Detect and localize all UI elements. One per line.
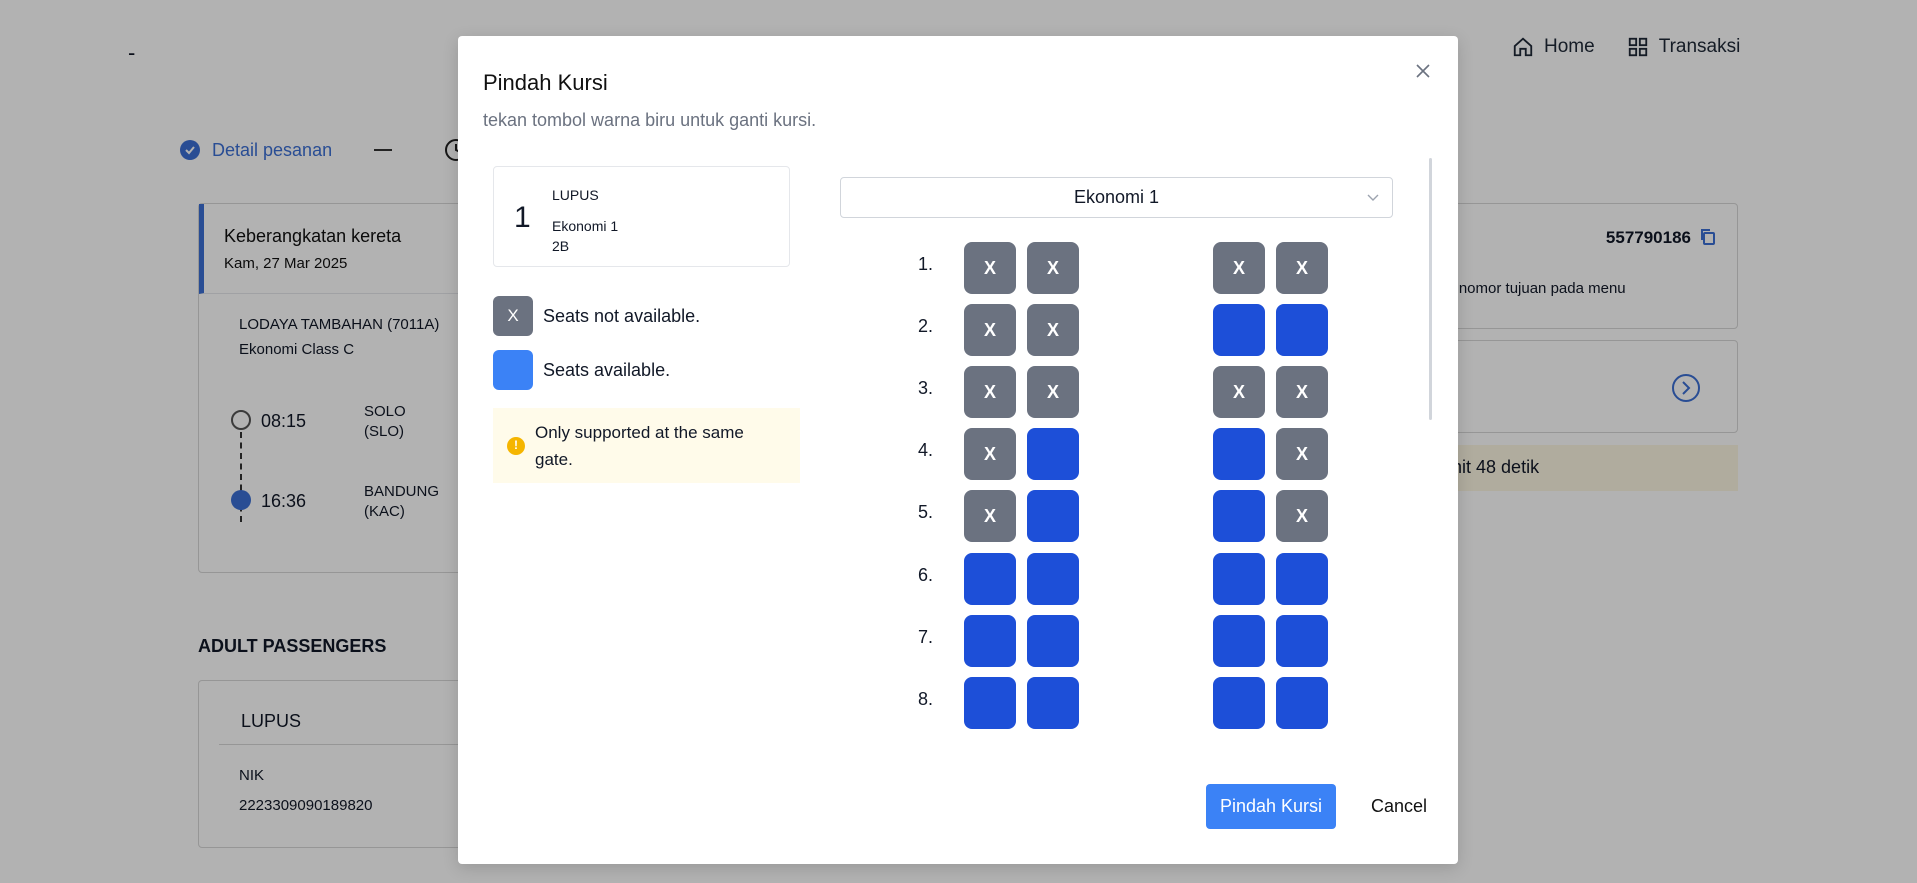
passenger-name: LUPUS bbox=[552, 187, 599, 203]
seat-unavailable: X bbox=[964, 490, 1016, 542]
seat-unavailable: X bbox=[964, 304, 1016, 356]
seat-unavailable: X bbox=[1276, 490, 1328, 542]
seat-row: 6. bbox=[840, 553, 1393, 605]
seat-unavailable: X bbox=[964, 366, 1016, 418]
passenger-car: Ekonomi 1 bbox=[552, 218, 619, 234]
seat-unavailable: X bbox=[1276, 242, 1328, 294]
scrollbar[interactable] bbox=[1429, 158, 1432, 420]
gate-notice: ! Only supported at the same gate. bbox=[493, 408, 800, 483]
seat-available[interactable] bbox=[1213, 553, 1265, 605]
seat-available[interactable] bbox=[1027, 490, 1079, 542]
car-select-value: Ekonomi 1 bbox=[1073, 187, 1160, 207]
seat-unavailable: X bbox=[1027, 304, 1079, 356]
modal-title: Pindah Kursi bbox=[483, 70, 608, 95]
seat-available[interactable] bbox=[1276, 615, 1328, 667]
seat-available[interactable] bbox=[1027, 553, 1079, 605]
seat-available[interactable] bbox=[1276, 553, 1328, 605]
seat-row-label: 4. bbox=[918, 440, 934, 460]
seat-row-label: 3. bbox=[918, 378, 934, 398]
selected-passenger-card[interactable]: 1 LUPUS Ekonomi 1 2B bbox=[493, 166, 790, 267]
seat-unavailable: X bbox=[1276, 428, 1328, 480]
seat-unavailable: X bbox=[1276, 366, 1328, 418]
seat-row-label: 7. bbox=[918, 627, 934, 647]
seat-available[interactable] bbox=[1213, 304, 1265, 356]
seat-available[interactable] bbox=[964, 615, 1016, 667]
notice-line-1: Only supported at the same bbox=[535, 422, 744, 442]
chevron-down-icon bbox=[1367, 194, 1379, 201]
seat-unavailable: X bbox=[1213, 242, 1265, 294]
seat-unavailable: X bbox=[1027, 366, 1079, 418]
seat-available[interactable] bbox=[964, 677, 1016, 729]
seat-available[interactable] bbox=[1027, 428, 1079, 480]
seat-row-label: 8. bbox=[918, 689, 934, 709]
change-seat-button[interactable]: Pindah Kursi bbox=[1206, 784, 1336, 829]
passenger-seat: 2B bbox=[552, 238, 570, 254]
seat-row: 5. X X bbox=[840, 490, 1393, 542]
seat-row: 7. bbox=[840, 615, 1393, 667]
seat-row: 1. X X X X bbox=[840, 242, 1393, 294]
seat-row-label: 2. bbox=[918, 316, 934, 336]
change-seat-modal: Pindah Kursi tekan tombol warna biru unt… bbox=[458, 36, 1458, 864]
seat-available[interactable] bbox=[1213, 490, 1265, 542]
legend-available-label: Seats available. bbox=[543, 359, 671, 380]
seat-available[interactable] bbox=[1027, 677, 1079, 729]
notice-text: Only supported at the same gate. bbox=[535, 419, 744, 473]
seat-row: 4. X X bbox=[840, 428, 1393, 480]
seat-available[interactable] bbox=[1027, 615, 1079, 667]
seat-available[interactable] bbox=[1276, 677, 1328, 729]
seat-row-label: 5. bbox=[918, 502, 934, 522]
seat-row-label: 6. bbox=[918, 565, 934, 585]
legend-available: Seats available. bbox=[493, 350, 670, 390]
car-select[interactable]: Ekonomi 1 bbox=[840, 177, 1393, 218]
available-seat-swatch bbox=[493, 350, 533, 390]
seat-row: 8. bbox=[840, 677, 1393, 729]
seat-available[interactable] bbox=[1213, 677, 1265, 729]
seat-row-label: 1. bbox=[918, 254, 934, 274]
seat-row: 3. X X X X bbox=[840, 366, 1393, 418]
legend-unavailable-label: Seats not available. bbox=[543, 305, 701, 326]
legend-unavailable: X Seats not available. bbox=[493, 296, 700, 336]
seat-row: 2. X X bbox=[840, 304, 1393, 356]
cancel-button[interactable]: Cancel bbox=[1364, 784, 1434, 829]
seat-unavailable: X bbox=[1027, 242, 1079, 294]
seat-unavailable: X bbox=[1213, 366, 1265, 418]
seat-available[interactable] bbox=[964, 553, 1016, 605]
seat-available[interactable] bbox=[1213, 615, 1265, 667]
seat-map[interactable]: 1. X X X X 2. X X 3. X X X X 4. X X 5. X X 6. 7. 8. bbox=[840, 242, 1393, 779]
close-button[interactable] bbox=[1410, 58, 1436, 84]
seat-unavailable: X bbox=[964, 428, 1016, 480]
close-icon bbox=[1416, 64, 1430, 78]
passenger-number: 1 bbox=[514, 201, 531, 234]
modal-subtitle: tekan tombol warna biru untuk ganti kurs… bbox=[483, 110, 817, 130]
seat-unavailable: X bbox=[964, 242, 1016, 294]
seat-available[interactable] bbox=[1213, 428, 1265, 480]
seat-available[interactable] bbox=[1276, 304, 1328, 356]
warning-icon: ! bbox=[507, 436, 525, 455]
notice-line-2: gate. bbox=[535, 449, 573, 469]
unavailable-seat-swatch: X bbox=[493, 296, 533, 336]
